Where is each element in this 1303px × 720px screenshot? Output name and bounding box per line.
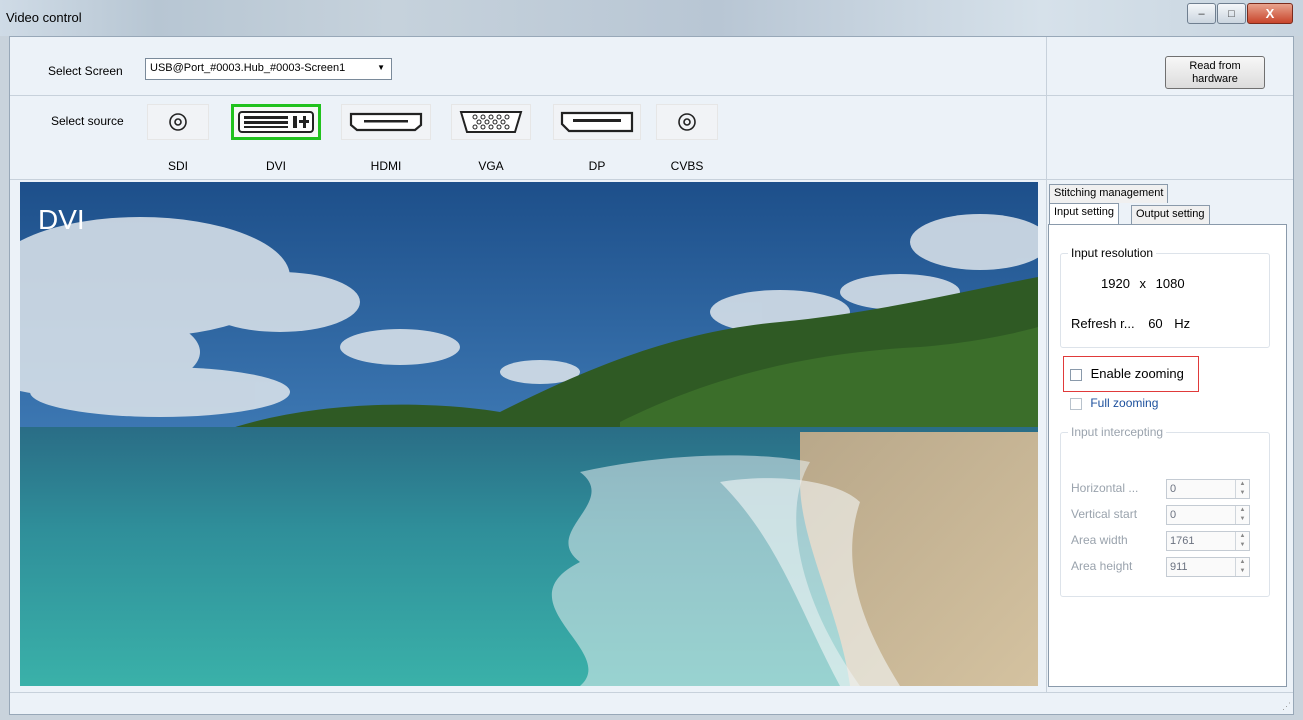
toolbar-divider [1046, 37, 1047, 179]
read-button-line1: Read from [1189, 60, 1241, 72]
screen-dropdown[interactable]: USB@Port_#0003.Hub_#0003-Screen1 ▼ [145, 58, 392, 80]
resolution-width: 1920 [1101, 276, 1130, 291]
resolution-height: 1080 [1155, 276, 1185, 291]
vertical-start-label: Vertical start [1071, 507, 1138, 521]
enable-zooming-checkbox[interactable]: Enable zooming [1070, 366, 1184, 381]
read-button-line2: hardware [1192, 73, 1238, 85]
vertical-start-spinner[interactable]: 0 ▲ ▼ [1166, 505, 1250, 525]
source-dp-label: DP [588, 159, 606, 173]
vertical-start-value: 0 [1170, 509, 1177, 521]
window-controls: – □ X [1186, 3, 1293, 24]
source-vga-button[interactable] [451, 104, 531, 140]
area-height-label: Area height [1071, 559, 1133, 573]
source-dp-button[interactable] [553, 104, 641, 140]
read-from-hardware-button[interactable]: Read from hardware [1165, 56, 1265, 89]
preview-source-badge: DVI [38, 204, 85, 235]
select-screen-label: Select Screen [48, 64, 123, 78]
full-zooming-checkbox[interactable]: Full zooming [1070, 396, 1158, 410]
source-hdmi-button[interactable] [341, 104, 431, 140]
horizontal-start-value: 0 [1170, 483, 1177, 495]
panel-divider [1046, 179, 1047, 692]
input-resolution-group: Input resolution 1920 x 1080 Refresh r..… [1060, 246, 1270, 348]
input-setting-panel: Input resolution 1920 x 1080 Refresh r..… [1048, 224, 1287, 687]
source-sdi-label: SDI [167, 159, 188, 173]
bnc-connector-icon [169, 113, 187, 131]
maximize-button[interactable]: □ [1217, 3, 1246, 24]
window-title: Video control [6, 10, 82, 25]
screen-select-row: Select Screen USB@Port_#0003.Hub_#0003-S… [10, 37, 1293, 96]
input-intercepting-title: Input intercepting [1068, 425, 1167, 439]
area-height-spinner[interactable]: 911 ▲ ▼ [1166, 557, 1250, 577]
full-zooming-box[interactable] [1070, 397, 1082, 410]
resize-grip-icon[interactable]: ⋰ [1282, 701, 1291, 712]
hdmi-connector-icon [349, 112, 423, 132]
chevron-down-icon: ▼ [377, 63, 385, 72]
refresh-rate-value: 60 [1148, 316, 1163, 331]
bnc-connector-icon [678, 113, 696, 131]
dvi-connector-icon [238, 111, 314, 133]
select-source-label: Select source [51, 114, 124, 128]
refresh-rate-label: Refresh r... [1071, 316, 1135, 331]
video-preview: DVI [20, 182, 1038, 686]
area-width-value: 1761 [1170, 535, 1195, 547]
preview-beach-image [20, 182, 1038, 686]
close-button[interactable]: X [1247, 3, 1293, 24]
resolution-readout: 1920 x 1080 [1101, 276, 1185, 291]
minimize-button[interactable]: – [1187, 3, 1216, 24]
horizontal-start-spinner[interactable]: 0 ▲ ▼ [1166, 479, 1250, 499]
source-cvbs-button[interactable] [656, 104, 718, 140]
spinner-arrows-icon[interactable]: ▲ ▼ [1235, 480, 1249, 498]
tab-stitching-management[interactable]: Stitching management [1049, 184, 1169, 203]
input-intercepting-group: Input intercepting Horizontal ... 0 ▲ ▼ V… [1060, 425, 1270, 597]
source-sdi-button[interactable] [147, 104, 209, 140]
status-bar-divider [10, 692, 1293, 693]
enable-zooming-box[interactable] [1070, 368, 1082, 381]
vga-connector-icon [459, 111, 523, 133]
resolution-separator: x [1139, 276, 1147, 291]
tab-input-setting[interactable]: Input setting [1049, 203, 1119, 225]
horizontal-start-label: Horizontal ... [1071, 481, 1139, 495]
tab-output-setting[interactable]: Output setting [1131, 205, 1210, 224]
screen-dropdown-value: USB@Port_#0003.Hub_#0003-Screen1 [150, 62, 346, 74]
source-dvi-label: DVI [265, 159, 286, 173]
spinner-arrows-icon[interactable]: ▲ ▼ [1235, 506, 1249, 524]
enable-zooming-label: Enable zooming [1090, 366, 1184, 381]
source-select-row: Select source SDI DVI HDMI VGA DP CVBS [10, 95, 1293, 180]
source-dvi-button[interactable] [231, 104, 321, 140]
input-resolution-title: Input resolution [1068, 246, 1157, 260]
source-vga-label: VGA [478, 159, 504, 173]
refresh-rate-unit: Hz [1174, 316, 1191, 331]
refresh-rate-readout: Refresh r... 60 Hz [1071, 316, 1190, 331]
area-width-spinner[interactable]: 1761 ▲ ▼ [1166, 531, 1250, 551]
title-bar: Video control – □ X [0, 0, 1303, 36]
spinner-arrows-icon[interactable]: ▲ ▼ [1235, 558, 1249, 576]
area-height-value: 911 [1170, 561, 1188, 573]
full-zooming-label: Full zooming [1090, 396, 1159, 410]
area-width-label: Area width [1071, 533, 1128, 547]
source-cvbs-label: CVBS [670, 159, 704, 173]
source-hdmi-label: HDMI [370, 159, 402, 173]
displayport-connector-icon [560, 111, 634, 133]
spinner-arrows-icon[interactable]: ▲ ▼ [1235, 532, 1249, 550]
